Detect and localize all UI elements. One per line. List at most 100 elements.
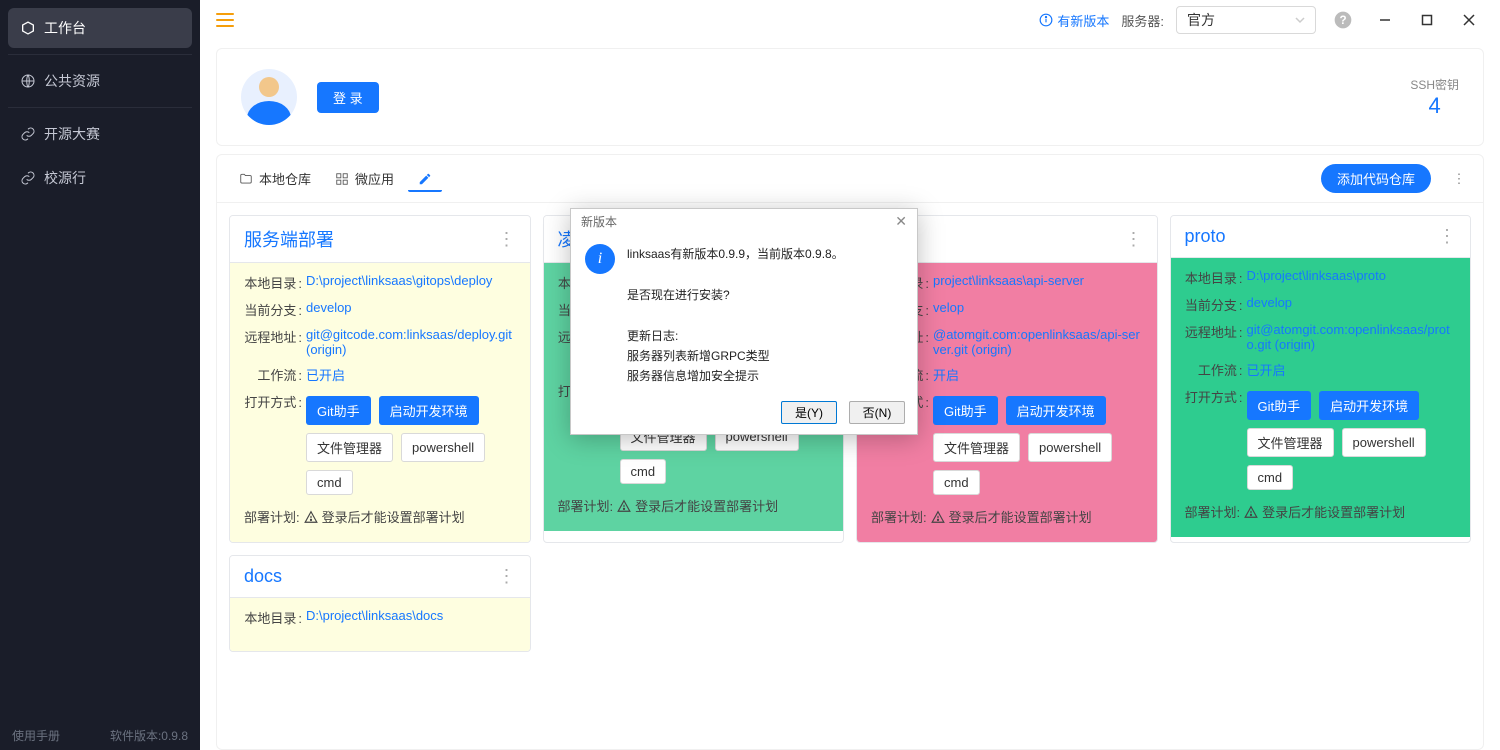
deploy-plan: 部署计划:登录后才能设置部署计划 [558, 496, 830, 515]
tab-micro-app[interactable]: 微应用 [325, 163, 404, 194]
card-menu-icon[interactable]: ⋮ [1125, 229, 1143, 250]
card-menu-icon[interactable]: ⋮ [498, 566, 516, 587]
yes-button[interactable]: 是(Y) [781, 401, 837, 424]
more-icon[interactable]: ⋮ [1447, 167, 1471, 191]
repo-card: docs ⋮ 本地目录D:\project\linksaas\docs [229, 555, 531, 652]
chevron-down-icon [1295, 15, 1305, 25]
start-dev-button[interactable]: 启动开发环境 [1006, 396, 1106, 425]
branch[interactable]: develop [306, 300, 352, 315]
version-text: 软件版本:0.9.8 [110, 727, 188, 744]
menu-toggle-icon[interactable] [216, 13, 234, 27]
remote[interactable]: git@atomgit.com:openlinksaas/proto.git (… [1247, 322, 1457, 352]
divider [8, 107, 192, 108]
local-dir[interactable]: D:\project\linksaas\proto [1247, 268, 1386, 283]
ssh-key-stat[interactable]: SSH密钥 4 [1410, 76, 1459, 119]
server-label: 服务器: [1121, 11, 1164, 30]
file-manager-button[interactable]: 文件管理器 [1247, 428, 1334, 457]
tab-edit[interactable] [408, 166, 442, 192]
local-dir[interactable]: D:\project\linksaas\docs [306, 608, 443, 623]
window-close-button[interactable] [1454, 5, 1484, 35]
pencil-icon [418, 172, 432, 186]
sidebar-item-label: 工作台 [44, 18, 86, 38]
sidebar-item-contest[interactable]: 开源大赛 [8, 114, 192, 154]
sidebar-item-label: 开源大赛 [44, 124, 100, 144]
user-panel: 登 录 SSH密钥 4 [216, 48, 1484, 146]
card-title[interactable]: 服务端部署 [244, 226, 334, 252]
folder-icon [239, 172, 253, 186]
close-icon[interactable]: ✕ [895, 213, 907, 230]
git-helper-button[interactable]: Git助手 [306, 396, 371, 425]
deploy-plan: 部署计划:登录后才能设置部署计划 [244, 507, 516, 526]
info-icon [1039, 13, 1053, 27]
cmd-button[interactable]: cmd [933, 470, 980, 495]
card-menu-icon[interactable]: ⋮ [498, 229, 516, 250]
branch[interactable]: velop [933, 300, 964, 315]
card-title[interactable]: proto [1185, 226, 1226, 247]
card-menu-icon[interactable]: ⋮ [1438, 226, 1456, 247]
repo-card: 服务端部署 ⋮ 本地目录D:\project\linksaas\gitops\d… [229, 215, 531, 543]
tabs-row: 本地仓库 微应用 添加代码仓库 ⋮ [217, 155, 1483, 203]
window-maximize-button[interactable] [1412, 5, 1442, 35]
server-select[interactable]: 官方 [1176, 6, 1316, 34]
ssh-label: SSH密钥 [1410, 76, 1459, 93]
link-icon [20, 126, 36, 142]
add-repo-button[interactable]: 添加代码仓库 [1321, 164, 1431, 193]
sidebar: 工作台 公共资源 开源大赛 校源行 使用手册 软件版本:0.9.8 [0, 0, 200, 750]
warning-icon [931, 510, 945, 524]
sidebar-footer: 使用手册 软件版本:0.9.8 [0, 721, 200, 750]
git-helper-button[interactable]: Git助手 [1247, 391, 1312, 420]
start-dev-button[interactable]: 启动开发环境 [1319, 391, 1419, 420]
card-title[interactable]: docs [244, 566, 282, 587]
topbar: 有新版本 服务器: 官方 ? [200, 0, 1500, 40]
deploy-plan: 部署计划:登录后才能设置部署计划 [1185, 502, 1457, 521]
new-version-link[interactable]: 有新版本 [1039, 11, 1109, 30]
deploy-plan: 部署计划:登录后才能设置部署计划 [871, 507, 1143, 526]
no-button[interactable]: 否(N) [849, 401, 905, 424]
cmd-button[interactable]: cmd [1247, 465, 1294, 490]
local-dir[interactable]: project\linksaas\api-server [933, 273, 1084, 288]
workflow[interactable]: 开启 [933, 365, 959, 384]
grid-icon [335, 172, 349, 186]
tab-local-repo[interactable]: 本地仓库 [229, 163, 321, 194]
cube-icon [20, 20, 36, 36]
update-modal: 新版本 ✕ i linksaas有新版本0.9.9，当前版本0.9.8。 是否现… [570, 208, 918, 435]
link-icon [20, 170, 36, 186]
avatar [241, 69, 297, 125]
login-button[interactable]: 登 录 [317, 82, 379, 113]
help-icon[interactable]: ? [1328, 5, 1358, 35]
manual-link[interactable]: 使用手册 [12, 727, 60, 744]
sidebar-item-label: 校源行 [44, 168, 86, 188]
cmd-button[interactable]: cmd [620, 459, 667, 484]
branch[interactable]: develop [1247, 295, 1293, 310]
file-manager-button[interactable]: 文件管理器 [933, 433, 1020, 462]
globe-icon [20, 73, 36, 89]
workflow[interactable]: 已开启 [306, 365, 345, 384]
local-dir[interactable]: D:\project\linksaas\gitops\deploy [306, 273, 492, 288]
ssh-count: 4 [1410, 93, 1459, 119]
sidebar-item-label: 公共资源 [44, 71, 100, 91]
powershell-button[interactable]: powershell [1028, 433, 1112, 462]
divider [8, 54, 192, 55]
sidebar-item-public[interactable]: 公共资源 [8, 61, 192, 101]
modal-text: linksaas有新版本0.9.9，当前版本0.9.8。 是否现在进行安装? 更… [627, 244, 844, 387]
card-header: docs ⋮ [230, 556, 530, 598]
cmd-button[interactable]: cmd [306, 470, 353, 495]
git-helper-button[interactable]: Git助手 [933, 396, 998, 425]
window-minimize-button[interactable] [1370, 5, 1400, 35]
info-icon: i [585, 244, 615, 274]
sidebar-item-school[interactable]: 校源行 [8, 158, 192, 198]
card-header: 服务端部署 ⋮ [230, 216, 530, 263]
repo-card: proto ⋮ 本地目录D:\project\linksaas\proto 当前… [1170, 215, 1472, 543]
sidebar-item-workbench[interactable]: 工作台 [8, 8, 192, 48]
powershell-button[interactable]: powershell [1342, 428, 1426, 457]
warning-icon [617, 499, 631, 513]
remote[interactable]: @atomgit.com:openlinksaas/api-server.git… [933, 327, 1143, 357]
file-manager-button[interactable]: 文件管理器 [306, 433, 393, 462]
powershell-button[interactable]: powershell [401, 433, 485, 462]
svg-text:?: ? [1339, 14, 1346, 27]
start-dev-button[interactable]: 启动开发环境 [379, 396, 479, 425]
workflow[interactable]: 已开启 [1247, 360, 1286, 379]
card-header: proto ⋮ [1171, 216, 1471, 258]
warning-icon [1244, 505, 1258, 519]
remote[interactable]: git@gitcode.com:linksaas/deploy.git (ori… [306, 327, 516, 357]
